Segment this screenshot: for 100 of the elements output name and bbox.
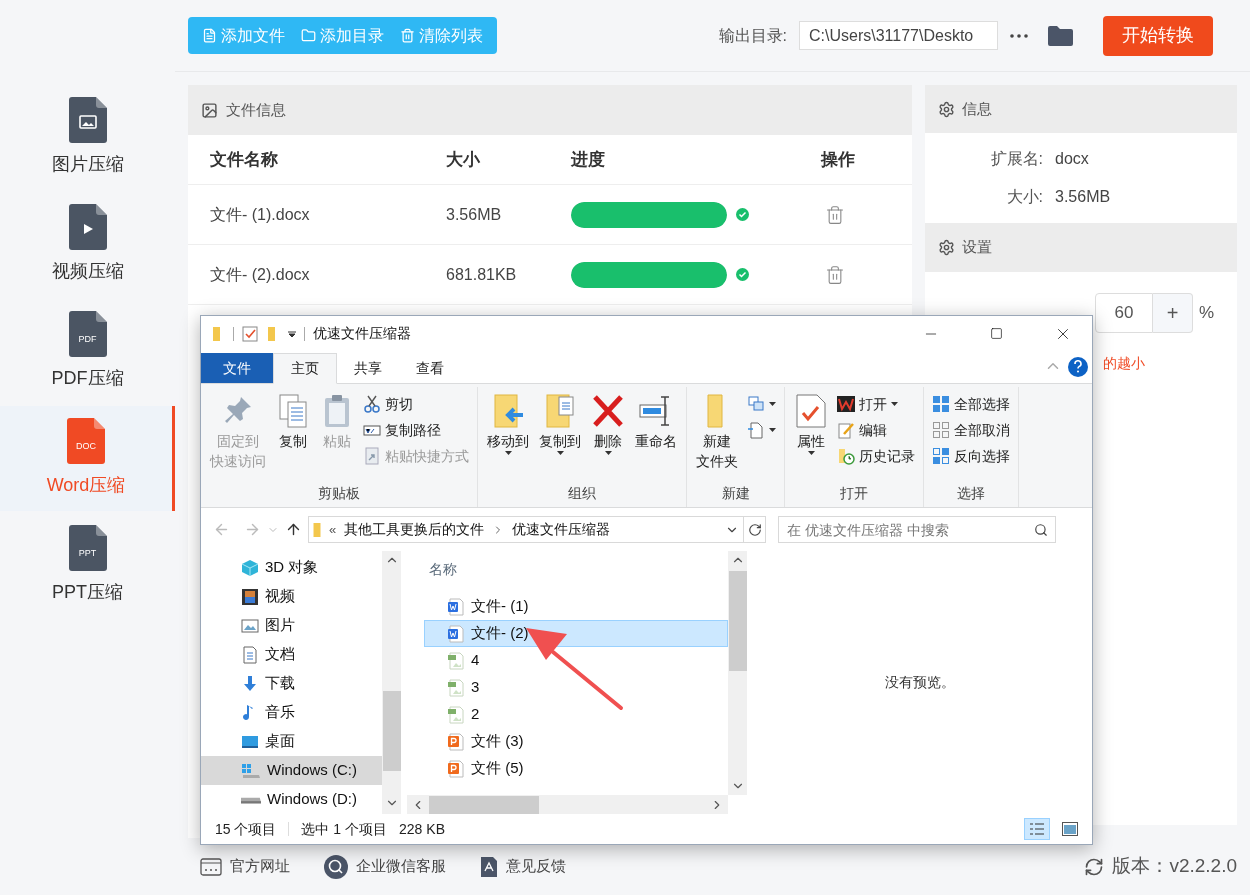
ribbon-button[interactable]: 历史记录: [835, 443, 917, 469]
preview-message: 没有预览。: [884, 673, 955, 692]
website-icon: [200, 857, 222, 876]
status-text: 228 KB: [399, 819, 445, 839]
sidebar-label: PPT压缩: [52, 581, 123, 604]
image-file-icon: [447, 678, 465, 697]
refresh-button[interactable]: [744, 516, 766, 543]
navigation-item[interactable]: 音乐: [201, 698, 382, 727]
more-icon[interactable]: [1010, 33, 1028, 38]
new-item-icon: [747, 395, 765, 413]
sidebar-label: Word压缩: [46, 474, 126, 497]
file-type-label: DOC: [75, 442, 97, 451]
ribbon-button[interactable]: 复制: [273, 389, 313, 483]
scrollbar-thumb[interactable]: [382, 691, 401, 771]
copy-to-icon: [543, 393, 577, 429]
file-row[interactable]: 4: [424, 647, 728, 674]
sidebar-item[interactable]: PPT PPT压缩: [0, 513, 175, 618]
navigation-item[interactable]: 视频: [201, 582, 382, 611]
ribbon-button[interactable]: 新建 文件夹: [693, 389, 741, 483]
window-title: 优速文件压缩器: [313, 324, 412, 343]
column-header[interactable]: 名称: [407, 551, 728, 588]
delete-icon[interactable]: [825, 204, 845, 225]
image-file-icon: [68, 97, 107, 143]
caret-icon: [769, 402, 776, 406]
ribbon-button[interactable]: 全部取消: [930, 417, 1012, 443]
caret-icon: [556, 451, 564, 455]
navigation-item[interactable]: 桌面: [201, 727, 382, 756]
ribbon-button[interactable]: 重命名: [632, 389, 680, 483]
number-field[interactable]: 60: [1095, 293, 1153, 333]
ribbon-tab[interactable]: 共享: [337, 353, 399, 384]
large-icons-view-icon[interactable]: [1062, 822, 1078, 836]
ribbon-button[interactable]: 编辑: [835, 417, 917, 443]
address-bar[interactable]: « 其他工具更换后的文件 优速文件压缩器: [308, 516, 744, 543]
ribbon-tab[interactable]: 查看: [399, 353, 461, 384]
file-row[interactable]: 文件 (5): [424, 755, 728, 782]
navigation-item[interactable]: 下载: [201, 669, 382, 698]
properties-icon[interactable]: [242, 325, 258, 342]
footer-link[interactable]: 意见反馈: [480, 855, 566, 878]
shortcut-icon: [363, 447, 381, 465]
navigation-item[interactable]: Windows (C:): [201, 756, 382, 785]
document-icon: [68, 525, 107, 571]
ribbon-button[interactable]: 反向选择: [930, 443, 1012, 469]
sidebar-item[interactable]: 图片压缩: [0, 85, 175, 190]
file-menu-tab[interactable]: 文件: [201, 353, 273, 383]
column-header: 操作: [821, 148, 856, 171]
field-label: 大小:: [1005, 187, 1043, 207]
caret-icon: [891, 402, 898, 406]
footer-link[interactable]: 企业微信客服: [324, 854, 446, 879]
ribbon-button[interactable]: 属性: [791, 389, 831, 483]
details-view-icon[interactable]: [1024, 818, 1050, 840]
ribbon-tab[interactable]: 主页: [273, 353, 337, 384]
caret-icon[interactable]: [288, 330, 296, 337]
sidebar-item[interactable]: 视频压缩: [0, 192, 175, 297]
caret-icon: [807, 451, 815, 455]
navigation-item[interactable]: Windows (D:): [201, 785, 382, 814]
slides-file-icon: [447, 759, 465, 778]
ribbon-button[interactable]: 复制到: [536, 389, 584, 483]
image-icon: [201, 101, 218, 119]
navigation-item[interactable]: 文档: [201, 640, 382, 669]
table-cell-text: 681.81KB: [446, 264, 518, 285]
file-row[interactable]: 文件- (1): [424, 593, 728, 620]
settings-icon: [938, 239, 955, 256]
group-label: 组织: [567, 484, 597, 503]
ribbon-button[interactable]: 移动到: [484, 389, 532, 483]
ribbon-button[interactable]: 删除: [588, 389, 628, 483]
file-row[interactable]: 文件 (3): [424, 728, 728, 755]
start-button[interactable]: 开始转换: [1103, 15, 1213, 56]
maximize-icon[interactable]: [990, 327, 1003, 340]
search-icon[interactable]: [1034, 523, 1048, 537]
file-row[interactable]: 2: [424, 701, 728, 728]
ribbon-button[interactable]: 剪切: [361, 391, 471, 417]
breadcrumb[interactable]: 优速文件压缩器: [512, 519, 611, 540]
ribbon-button[interactable]: 打开: [835, 391, 917, 417]
file-row[interactable]: 3: [424, 674, 728, 701]
help-icon[interactable]: [1068, 357, 1088, 377]
scrollbar-thumb[interactable]: [429, 795, 539, 814]
file-type-label: PPT: [77, 549, 98, 558]
move-to-icon: [491, 393, 525, 429]
select-none-icon: [932, 421, 950, 439]
properties-icon: [794, 393, 828, 429]
footer-link[interactable]: 官方网址: [200, 855, 290, 878]
navigation-item[interactable]: 3D 对象: [201, 553, 382, 582]
word-file-icon: [447, 597, 465, 616]
breadcrumb[interactable]: 其他工具更换后的文件: [344, 519, 485, 540]
navigation-item[interactable]: 图片: [201, 611, 382, 640]
file-row[interactable]: 文件- (2): [424, 620, 728, 647]
group-label: 剪贴板: [317, 484, 361, 503]
increment-button[interactable]: +: [1153, 293, 1193, 333]
breadcrumb-overflow[interactable]: «: [329, 519, 337, 540]
folder-icon[interactable]: [1048, 25, 1073, 46]
output-path-field[interactable]: C:\Users\31177\Deskto: [799, 21, 998, 50]
delete-icon[interactable]: [825, 264, 845, 285]
sidebar-item[interactable]: DOC Word压缩: [0, 406, 175, 511]
scrollbar-thumb[interactable]: [728, 571, 747, 671]
ribbon-button[interactable]: 复制路径: [361, 417, 471, 443]
search-field[interactable]: 在 优速文件压缩器 中搜索: [778, 516, 1056, 543]
version-text: 版本：v2.2.2.0: [1112, 854, 1237, 879]
ribbon-button[interactable]: 全部选择: [930, 391, 1012, 417]
up-icon[interactable]: [285, 521, 302, 538]
sidebar-item[interactable]: PDF PDF压缩: [0, 299, 175, 404]
